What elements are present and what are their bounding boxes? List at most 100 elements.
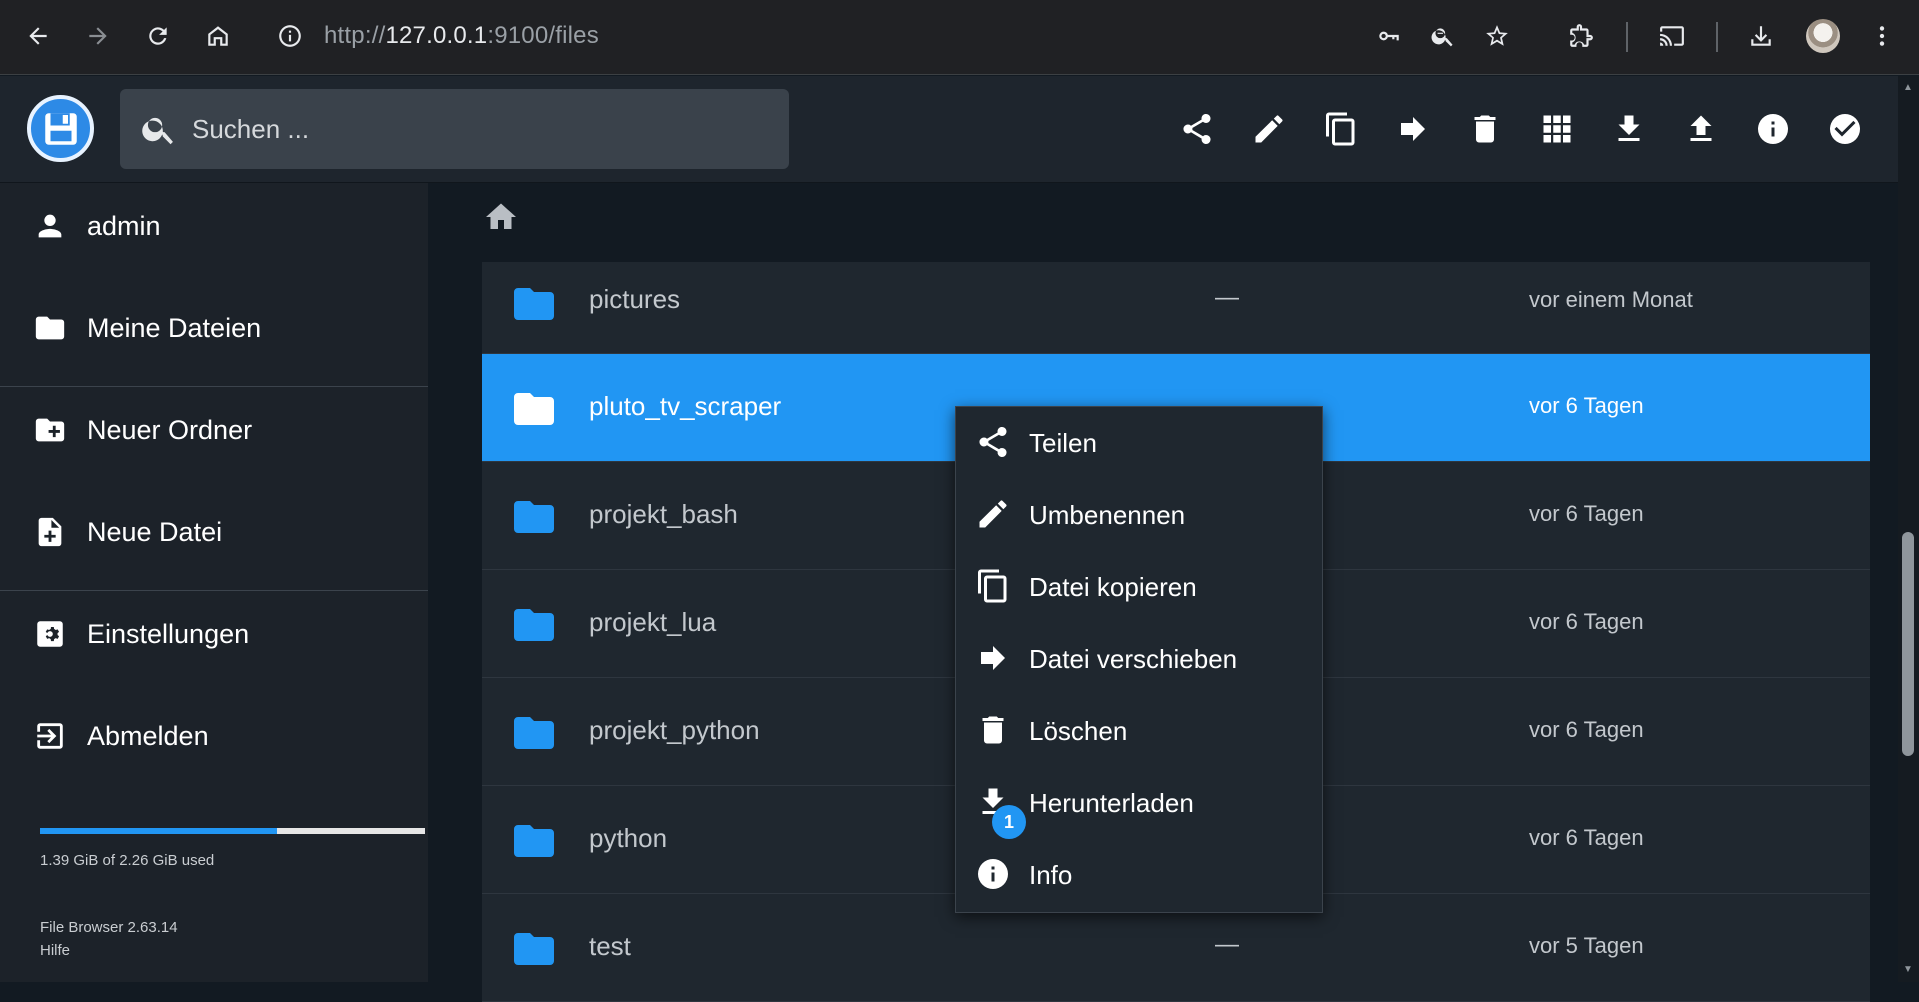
delete-icon (975, 712, 1011, 748)
sidebar-item-label: Neuer Ordner (87, 414, 253, 445)
menu-item-move[interactable]: Datei verschieben (956, 623, 1322, 695)
edit-icon (975, 496, 1011, 532)
sidebar-item-label: Neue Datei (87, 516, 223, 547)
sidebar-item-new-folder[interactable]: Neuer Ordner (0, 387, 428, 473)
folder-icon (510, 280, 558, 328)
sidebar: admin Meine Dateien Neuer Ordner Neue Da… (0, 183, 428, 982)
file-name: projekt_python (589, 715, 760, 745)
file-name: python (589, 823, 668, 853)
filebrowser-logo[interactable] (27, 95, 94, 162)
menu-item-rename[interactable]: Umbenennen (956, 479, 1322, 551)
sidebar-item-label: Meine Dateien (87, 312, 262, 343)
folder-icon (33, 311, 67, 345)
sidebar-item-label: Abmelden (87, 720, 209, 751)
info-button[interactable] (1747, 103, 1799, 155)
download-button[interactable] (1603, 103, 1655, 155)
copy-button[interactable] (1315, 103, 1367, 155)
home-icon[interactable] (200, 18, 236, 54)
sidebar-item-settings[interactable]: Einstellungen (0, 591, 428, 677)
grid-view-button[interactable] (1531, 103, 1583, 155)
browser-toolbar: http://127.0.0.1:9100/files (0, 0, 1919, 75)
search-box[interactable] (120, 89, 789, 169)
folder-icon (510, 601, 558, 649)
file-size: — (1215, 931, 1239, 958)
rename-button[interactable] (1243, 103, 1295, 155)
forward-icon[interactable] (80, 18, 116, 54)
downloads-icon[interactable] (1743, 18, 1779, 54)
menu-item-delete[interactable]: Löschen (956, 695, 1322, 767)
sidebar-item-admin[interactable]: admin (0, 183, 428, 269)
menu-item-label: Teilen (1029, 428, 1097, 458)
scrollbar-track[interactable] (1898, 76, 1919, 982)
table-row[interactable]: pictures — vor einem Monat (482, 262, 1870, 354)
file-modified: vor 6 Tagen (1529, 393, 1644, 418)
upload-button[interactable] (1675, 103, 1727, 155)
menu-item-label: Herunterladen (1029, 788, 1194, 818)
settings-icon (33, 617, 67, 651)
sidebar-item-label: Einstellungen (87, 618, 250, 649)
file-modified: vor einem Monat (1529, 287, 1693, 312)
menu-item-info[interactable]: Info (956, 839, 1322, 911)
sidebar-item-my-files[interactable]: Meine Dateien (0, 285, 428, 371)
back-icon[interactable] (20, 18, 56, 54)
storage-usage-text: 1.39 GiB of 2.26 GiB used (40, 852, 215, 869)
scroll-up-arrow[interactable]: ▲ (1902, 82, 1914, 94)
file-name: pictures (589, 284, 681, 314)
app-header: 1 (0, 76, 1898, 238)
menu-item-label: Löschen (1029, 716, 1128, 746)
context-menu: Teilen Umbenennen Datei kopieren Datei v… (955, 406, 1323, 913)
copy-icon (975, 568, 1011, 604)
key-icon[interactable] (1371, 18, 1407, 54)
file-modified: vor 6 Tagen (1529, 717, 1644, 742)
profile-avatar[interactable] (1806, 19, 1840, 53)
bookmark-star-icon[interactable] (1479, 18, 1515, 54)
file-modified: vor 6 Tagen (1529, 609, 1644, 634)
folder-icon (510, 493, 558, 541)
site-info-icon[interactable] (272, 18, 308, 54)
folder-icon (510, 925, 558, 973)
file-modified: vor 6 Tagen (1529, 501, 1644, 526)
file-modified: vor 5 Tagen (1529, 933, 1644, 958)
menu-item-label: Datei verschieben (1029, 644, 1238, 674)
zoom-icon[interactable] (1425, 18, 1461, 54)
scrollbar-thumb[interactable] (1902, 532, 1914, 756)
download-count-badge: 1 (992, 805, 1026, 839)
move-button[interactable] (1387, 103, 1439, 155)
folder-icon (510, 385, 558, 433)
delete-button[interactable] (1459, 103, 1511, 155)
storage-usage-bar (40, 828, 425, 834)
extensions-icon[interactable] (1563, 18, 1599, 54)
breadcrumb-home-icon[interactable] (483, 199, 523, 239)
sidebar-item-label: admin (87, 210, 161, 241)
file-name: projekt_lua (589, 607, 717, 637)
menu-item-label: Info (1029, 860, 1073, 890)
info-icon (975, 856, 1011, 892)
file-modified: vor 6 Tagen (1529, 825, 1644, 850)
exit-icon (33, 719, 67, 753)
scroll-down-arrow[interactable]: ▼ (1902, 964, 1914, 976)
menu-item-share[interactable]: Teilen (956, 407, 1322, 479)
file-name: projekt_bash (589, 499, 738, 529)
sidebar-item-logout[interactable]: Abmelden (0, 693, 428, 779)
file-size: — (1215, 284, 1239, 311)
help-link[interactable]: Hilfe (40, 942, 70, 959)
menu-item-download[interactable]: Herunterladen 1 (956, 767, 1322, 839)
person-icon (33, 209, 67, 243)
menu-item-copy[interactable]: Datei kopieren (956, 551, 1322, 623)
share-button[interactable] (1171, 103, 1223, 155)
file-name: pluto_tv_scraper (589, 391, 782, 421)
menu-item-label: Datei kopieren (1029, 572, 1197, 602)
create-new-folder-icon (33, 413, 67, 447)
reload-icon[interactable] (140, 18, 176, 54)
search-icon (140, 110, 178, 148)
search-input[interactable] (192, 107, 752, 151)
folder-icon (510, 709, 558, 757)
cast-icon[interactable] (1654, 18, 1690, 54)
more-menu-icon[interactable] (1864, 18, 1900, 54)
note-add-icon (33, 515, 67, 549)
storage-usage-fill (40, 828, 277, 834)
app-version: File Browser 2.63.14 (40, 919, 178, 936)
sidebar-item-new-file[interactable]: Neue Datei (0, 489, 428, 575)
select-button[interactable] (1819, 103, 1871, 155)
address-bar[interactable]: http://127.0.0.1:9100/files (324, 22, 599, 50)
